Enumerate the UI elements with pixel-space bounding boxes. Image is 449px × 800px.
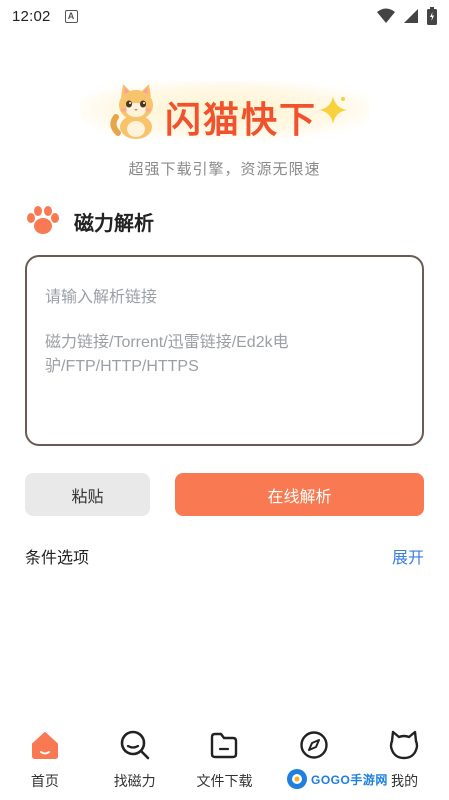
paste-button[interactable]: 粘贴 (25, 473, 150, 516)
sparkle-icon (319, 96, 347, 124)
nav-label-find-magnet: 找磁力 (113, 773, 156, 789)
section-header: 磁力解析 (26, 205, 154, 237)
link-input[interactable]: 请输入解析链接 磁力链接/Torrent/迅雷链接/Ed2k电驴/FTP/HTT… (25, 255, 424, 446)
status-bar: 12:02 A (0, 0, 449, 32)
folder-icon (211, 732, 238, 759)
options-label: 条件选项 (25, 550, 90, 567)
app-logo: 闪猫快下 (70, 75, 380, 145)
compass-icon (300, 731, 328, 759)
a-icon: A (64, 9, 78, 23)
nav-item-home[interactable]: 首页 (0, 720, 90, 800)
nav-item-find-magnet[interactable]: 找磁力 (90, 720, 180, 800)
status-icons (377, 7, 437, 25)
nav-label-mine: 我的 (390, 773, 419, 789)
section-title: 磁力解析 (74, 212, 154, 235)
cat-mascot-icon (110, 84, 153, 139)
paw-icon (27, 206, 59, 234)
search-icon (120, 730, 149, 760)
parse-button[interactable]: 在线解析 (175, 473, 424, 516)
watermark-logo-icon (287, 769, 307, 789)
tagline: 超强下载引擎，资源无限速 (128, 161, 321, 178)
watermark-text: GOGO手游网 (311, 772, 388, 787)
wifi-icon (377, 8, 395, 23)
battery-icon (427, 7, 437, 25)
status-time: 12:02 (12, 7, 51, 25)
logo-title: 闪猫快下 (165, 100, 318, 141)
nav-label-file-download: 文件下载 (196, 773, 253, 789)
input-placeholder: 请输入解析链接 (45, 289, 158, 306)
watermark: GOGO手游网 (282, 765, 392, 793)
home-icon (31, 732, 58, 759)
signal-icon (404, 9, 418, 23)
nav-item-file-download[interactable]: 文件下载 (180, 720, 270, 800)
input-hint: 磁力链接/Torrent/迅雷链接/Ed2k电驴/FTP/HTTP/HTTPS (45, 334, 289, 375)
cat-face-icon (389, 730, 419, 760)
expand-button[interactable]: 展开 (392, 544, 424, 568)
nav-label-home: 首页 (30, 773, 59, 789)
